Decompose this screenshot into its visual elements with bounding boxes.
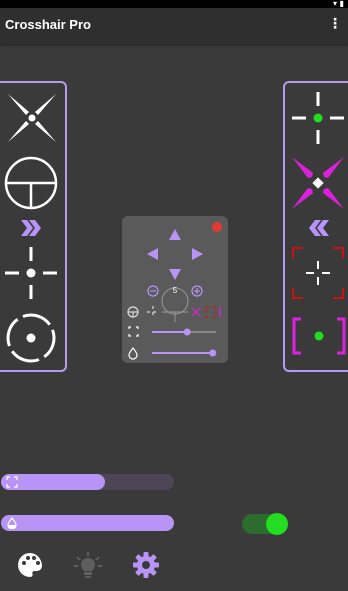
opacity-drop-icon bbox=[7, 517, 17, 529]
arrow-right-icon bbox=[192, 248, 203, 260]
overlay-toggle[interactable] bbox=[242, 513, 289, 535]
crosshair-circle-dot-icon[interactable] bbox=[3, 310, 59, 366]
crosshair-x-icon[interactable] bbox=[4, 90, 60, 146]
gear-icon[interactable] bbox=[132, 551, 160, 579]
arrow-down-icon bbox=[169, 269, 181, 280]
opacity-drop-icon bbox=[128, 347, 138, 360]
more-vert-icon[interactable]: ⋮ bbox=[328, 16, 342, 32]
app-title: Crosshair Pro bbox=[5, 17, 91, 32]
opacity-slider[interactable] bbox=[1, 515, 174, 531]
size-value: 5 bbox=[172, 286, 178, 295]
status-bar: ▾ ▮ bbox=[0, 0, 348, 8]
crosshair-magenta-brackets-green-dot-icon[interactable] bbox=[291, 317, 347, 357]
chevron-left-double-icon[interactable] bbox=[308, 219, 330, 237]
crosshair-plus-green-dot-icon[interactable] bbox=[290, 90, 346, 146]
lightbulb-icon[interactable] bbox=[73, 551, 103, 579]
crosshair-plus-gap-icon[interactable] bbox=[3, 245, 59, 301]
opacity-slider-fill bbox=[1, 515, 174, 531]
crosshair-red-brackets-icon[interactable] bbox=[291, 246, 345, 300]
resize-icon bbox=[6, 476, 18, 488]
arrow-up-icon bbox=[169, 229, 181, 240]
crosshair-scope-icon[interactable] bbox=[3, 155, 59, 211]
control-size-thumb bbox=[183, 328, 191, 336]
app-bar: Crosshair Pro ⋮ bbox=[0, 8, 348, 44]
control-opacity-thumb bbox=[209, 349, 217, 357]
chevron-right-double-icon[interactable] bbox=[20, 219, 42, 237]
status-icons: ▾ ▮ bbox=[333, 0, 344, 8]
resize-icon bbox=[128, 326, 139, 337]
crosshair-magenta-x-icon[interactable] bbox=[290, 155, 346, 211]
palette-icon[interactable] bbox=[16, 551, 44, 579]
arrow-left-icon bbox=[147, 248, 158, 260]
size-slider[interactable] bbox=[1, 474, 174, 490]
